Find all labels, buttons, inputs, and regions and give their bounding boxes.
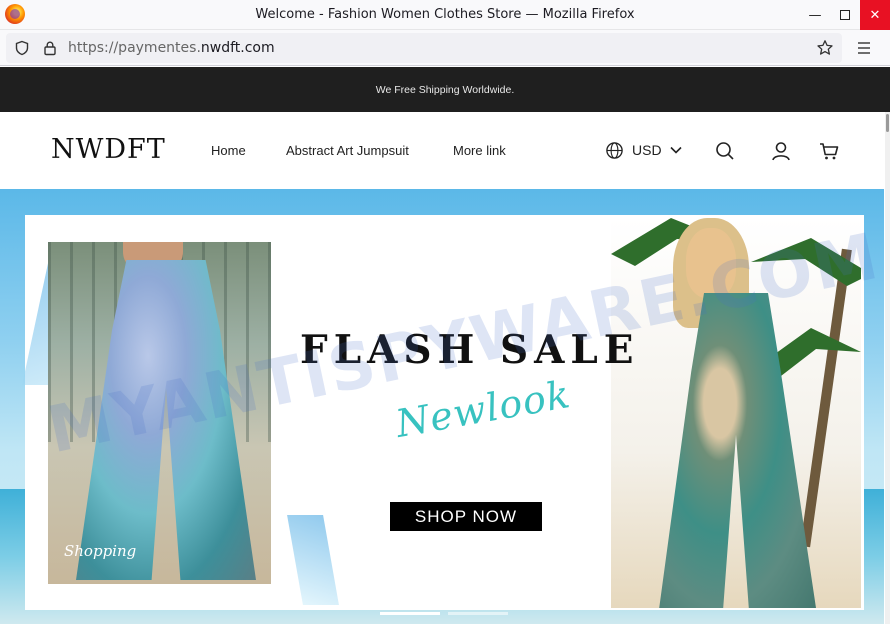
jumpsuit-floral-print xyxy=(659,293,816,608)
browser-toolbar: https://paymentes.nwdft.com xyxy=(0,30,890,66)
nav-home-link[interactable]: Home xyxy=(211,143,246,158)
minimize-button[interactable]: — xyxy=(800,0,830,30)
scrollbar[interactable] xyxy=(885,112,890,624)
currency-label: USD xyxy=(632,142,662,158)
star-icon[interactable] xyxy=(816,39,834,57)
page-viewport: We Free Shipping Worldwide. NWDFT Home A… xyxy=(0,67,890,624)
site-header: NWDFT Home Abstract Art Jumpsuit More li… xyxy=(0,112,884,189)
cart-icon[interactable] xyxy=(818,140,840,162)
maximize-button[interactable] xyxy=(830,0,860,30)
url-domain: nwdft.com xyxy=(200,40,275,56)
slider-dots xyxy=(380,612,508,615)
globe-icon xyxy=(606,141,623,159)
user-icon[interactable] xyxy=(770,140,792,162)
announcement-bar: We Free Shipping Worldwide. xyxy=(0,67,890,112)
maximize-icon xyxy=(840,10,850,20)
shop-now-button[interactable]: SHOP NOW xyxy=(390,502,542,531)
hamburger-icon[interactable] xyxy=(855,39,873,57)
search-icon[interactable] xyxy=(714,140,736,162)
lock-icon[interactable] xyxy=(42,40,58,56)
nav-abstract-art-jumpsuit-link[interactable]: Abstract Art Jumpsuit xyxy=(286,143,409,158)
window-title: Welcome - Fashion Women Clothes Store — … xyxy=(255,7,635,22)
chevron-down-icon xyxy=(669,146,682,154)
photo-caption: Shopping xyxy=(64,542,137,560)
paint-splash-right xyxy=(287,515,339,605)
nav-more-link[interactable]: More link xyxy=(453,143,506,158)
site-logo[interactable]: NWDFT xyxy=(51,134,166,165)
currency-selector[interactable]: USD xyxy=(605,140,682,160)
scrollbar-thumb[interactable] xyxy=(886,114,889,132)
slide-indicator-1[interactable] xyxy=(380,612,440,615)
shield-icon[interactable] xyxy=(14,40,30,56)
close-button[interactable]: ✕ xyxy=(860,0,890,30)
url-prefix: https://paymentes. xyxy=(68,40,201,56)
window-titlebar: Welcome - Fashion Women Clothes Store — … xyxy=(0,0,890,30)
slide-indicator-2[interactable] xyxy=(448,612,508,615)
url-text[interactable]: https://paymentes.nwdft.com xyxy=(68,40,275,56)
address-bar[interactable]: https://paymentes.nwdft.com xyxy=(6,33,842,63)
